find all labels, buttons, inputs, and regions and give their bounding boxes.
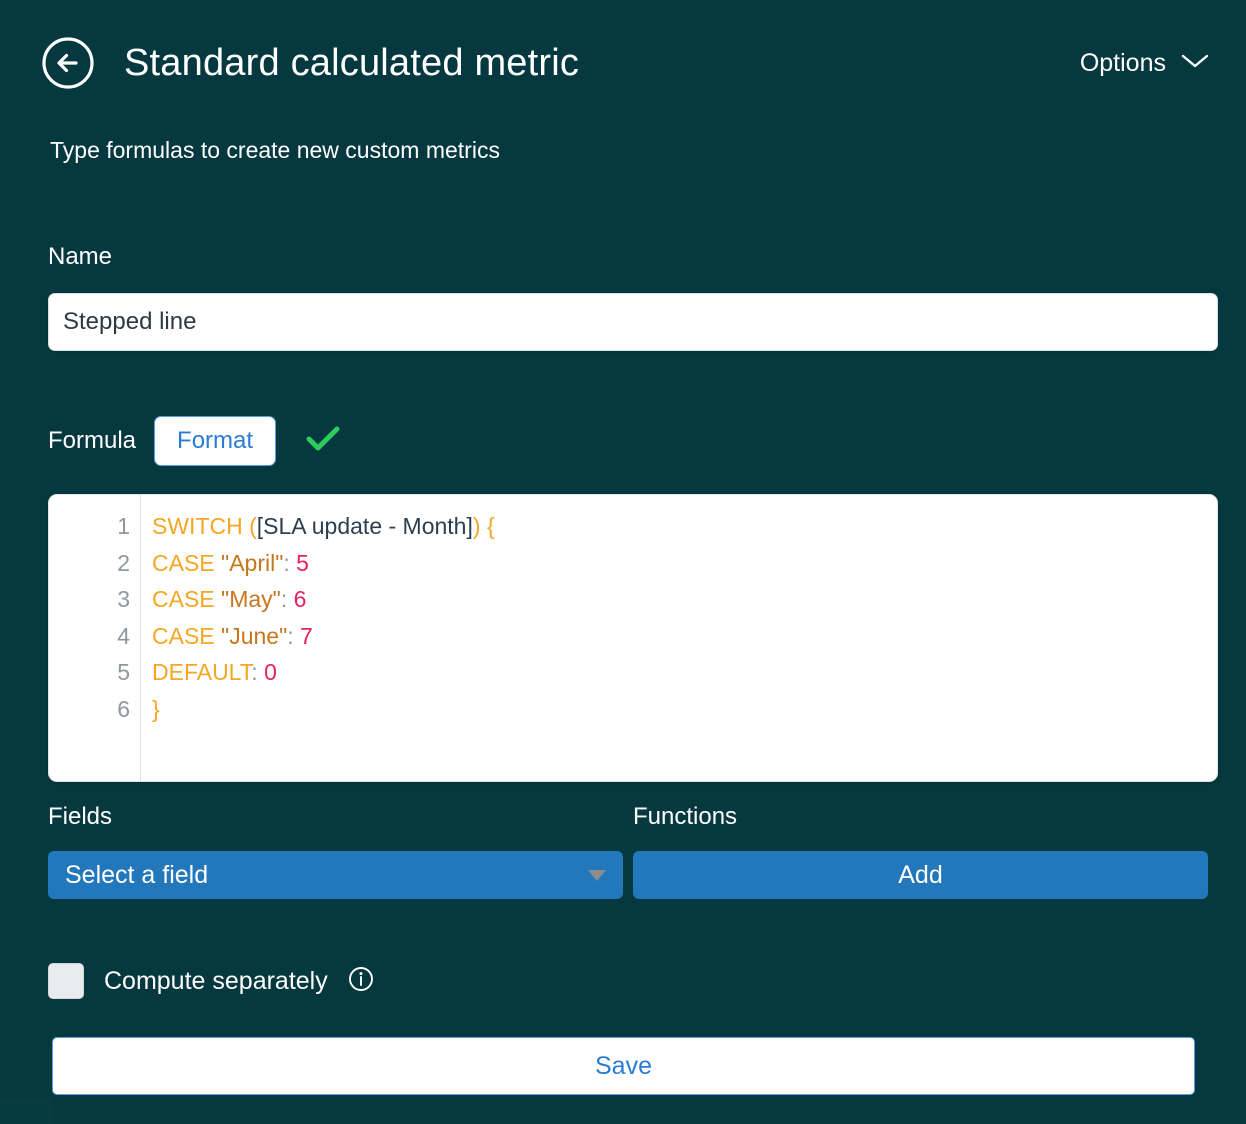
code-token-punct: { bbox=[487, 513, 495, 539]
editor-code-line: CASE "May": 6 bbox=[152, 581, 1217, 618]
page-title: Standard calculated metric bbox=[124, 42, 579, 85]
chevron-down-icon bbox=[1180, 52, 1210, 75]
back-button[interactable] bbox=[36, 31, 100, 95]
add-function-button[interactable]: Add bbox=[633, 851, 1208, 899]
editor-code-line: DEFAULT: 0 bbox=[152, 654, 1217, 691]
code-token-kw: SWITCH bbox=[152, 513, 243, 539]
code-token-str: "May" bbox=[221, 586, 281, 612]
code-token-num: 5 bbox=[296, 550, 309, 576]
code-token-kw: DEFAULT bbox=[152, 659, 251, 685]
compute-separately-row: Compute separately bbox=[48, 963, 374, 999]
formula-label: Formula bbox=[48, 427, 136, 455]
options-menu-button[interactable]: Options bbox=[1080, 49, 1210, 78]
editor-code-line: CASE "April": 5 bbox=[152, 545, 1217, 582]
bottom-strip-left bbox=[0, 1098, 53, 1124]
check-icon bbox=[306, 426, 340, 457]
editor-line-number: 5 bbox=[49, 654, 140, 691]
compute-separately-label: Compute separately bbox=[104, 967, 328, 996]
functions-label: Functions bbox=[633, 803, 737, 831]
fields-label: Fields bbox=[48, 803, 112, 831]
caret-down-icon bbox=[588, 870, 606, 881]
field-select-value: Select a field bbox=[65, 861, 208, 890]
code-token-kw: CASE bbox=[152, 623, 215, 649]
name-label: Name bbox=[48, 243, 112, 271]
code-token-punct: ) bbox=[473, 513, 481, 539]
editor-line-number: 1 bbox=[49, 508, 140, 545]
editor-line-number: 4 bbox=[49, 618, 140, 655]
editor-line-number: 2 bbox=[49, 545, 140, 582]
page-header: Standard calculated metric Options bbox=[0, 0, 1246, 126]
options-label: Options bbox=[1080, 49, 1166, 78]
field-select-dropdown[interactable]: Select a field bbox=[48, 851, 623, 899]
arrow-left-circle-icon bbox=[40, 35, 96, 91]
code-token-str: "April" bbox=[221, 550, 283, 576]
code-token-num: 0 bbox=[264, 659, 277, 685]
code-token-num: 7 bbox=[300, 623, 313, 649]
code-token-num: 6 bbox=[294, 586, 307, 612]
calculated-metric-page: Standard calculated metric Options Type … bbox=[0, 0, 1246, 1124]
editor-code-area[interactable]: SWITCH ([SLA update - Month]) {CASE "Apr… bbox=[141, 495, 1217, 781]
code-token-kw: CASE bbox=[152, 550, 215, 576]
code-token-field: [SLA update - Month] bbox=[257, 513, 473, 539]
code-token-kw: CASE bbox=[152, 586, 215, 612]
code-token-str: "June" bbox=[221, 623, 287, 649]
code-token-punct: ( bbox=[249, 513, 257, 539]
save-button[interactable]: Save bbox=[52, 1037, 1195, 1095]
editor-code-line: SWITCH ([SLA update - Month]) { bbox=[152, 508, 1217, 545]
compute-separately-checkbox[interactable] bbox=[48, 963, 84, 999]
format-button[interactable]: Format bbox=[154, 416, 276, 466]
editor-gutter: 123456 bbox=[49, 495, 141, 781]
page-subtitle: Type formulas to create new custom metri… bbox=[50, 137, 500, 164]
metric-name-input[interactable] bbox=[48, 293, 1218, 351]
code-token-punct: } bbox=[152, 696, 160, 722]
editor-code-line: CASE "June": 7 bbox=[152, 618, 1217, 655]
editor-code-line: } bbox=[152, 691, 1217, 728]
info-circle-icon[interactable] bbox=[348, 966, 374, 997]
formula-editor[interactable]: 123456 SWITCH ([SLA update - Month]) {CA… bbox=[48, 494, 1218, 782]
formula-toolbar: Formula Format bbox=[48, 413, 340, 469]
editor-line-number: 6 bbox=[49, 691, 140, 728]
editor-line-number: 3 bbox=[49, 581, 140, 618]
bottom-strip bbox=[0, 1098, 1246, 1124]
